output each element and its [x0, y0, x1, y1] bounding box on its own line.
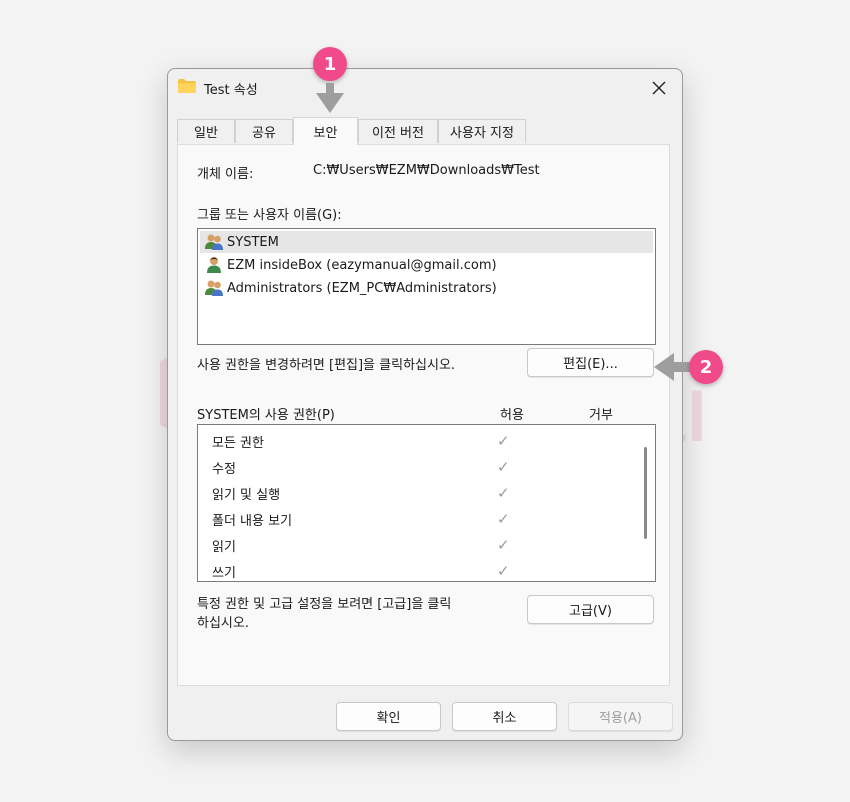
- edit-button[interactable]: 편집(E)...: [527, 348, 654, 377]
- group-users-icon: [205, 234, 223, 250]
- callout-badge-2: 2: [689, 350, 723, 384]
- permissions-label: SYSTEM의 사용 권한(P): [197, 408, 335, 423]
- advanced-hint-line1: 특정 권한 및 고급 설정을 보려면 [고급]을 클릭: [197, 597, 452, 612]
- permission-row: 쓰기 ✓: [212, 558, 632, 581]
- allow-check-icon: ✓: [497, 562, 510, 580]
- groups-label: 그룹 또는 사용자 이름(G):: [197, 208, 342, 223]
- tab-security[interactable]: 보안: [293, 117, 358, 145]
- allow-check-icon: ✓: [497, 536, 510, 554]
- close-button[interactable]: [642, 73, 676, 103]
- list-item-label: EZM insideBox (eazymanual@gmail.com): [227, 257, 497, 273]
- folder-icon: [178, 79, 196, 93]
- permission-name: 폴더 내용 보기: [212, 514, 293, 529]
- advanced-hint: 특정 권한 및 고급 설정을 보려면 [고급]을 클릭 하십시오.: [197, 595, 517, 633]
- tab-sharing[interactable]: 공유: [235, 119, 293, 143]
- single-user-icon: [207, 257, 221, 273]
- allow-check-icon: ✓: [497, 458, 510, 476]
- list-item-system[interactable]: SYSTEM: [200, 231, 653, 253]
- list-item-label: Administrators (EZM_PC₩Administrators): [227, 280, 497, 296]
- tab-strip: 일반 공유 보안 이전 버전 사용자 지정: [177, 117, 677, 145]
- advanced-hint-line2: 하십시오.: [197, 616, 249, 631]
- permission-name: 쓰기: [212, 566, 236, 581]
- ok-button[interactable]: 확인: [336, 702, 441, 731]
- deny-header: 거부: [589, 408, 613, 423]
- tab-general[interactable]: 일반: [177, 119, 235, 143]
- advanced-button[interactable]: 고급(V): [527, 595, 654, 624]
- permission-name: 읽기 및 실행: [212, 488, 281, 503]
- object-name-value: C:₩Users₩EZM₩Downloads₩Test: [313, 163, 540, 178]
- allow-check-icon: ✓: [497, 432, 510, 450]
- permission-row: 읽기 ✓: [212, 532, 632, 558]
- close-icon: [652, 81, 666, 95]
- allow-header: 허용: [500, 408, 524, 423]
- list-item-ezm-insidebox[interactable]: EZM insideBox (eazymanual@gmail.com): [200, 254, 653, 276]
- arrow-left-icon: [654, 353, 694, 381]
- tab-customize[interactable]: 사용자 지정: [438, 119, 526, 143]
- permission-row: 수정 ✓: [212, 454, 632, 480]
- permission-name: 모든 권한: [212, 436, 264, 451]
- allow-check-icon: ✓: [497, 510, 510, 528]
- window-title: Test 속성: [204, 83, 258, 98]
- permissions-scrollbar[interactable]: [644, 447, 647, 539]
- list-item-label: SYSTEM: [227, 234, 279, 250]
- group-users-icon: [205, 280, 223, 296]
- permission-row: 모든 권한 ✓: [212, 428, 632, 454]
- groups-listbox[interactable]: SYSTEM EZM insideBox (eazymanual@gmail.c…: [197, 228, 656, 345]
- edit-hint: 사용 권한을 변경하려면 [편집]을 클릭하십시오.: [197, 358, 456, 373]
- apply-button[interactable]: 적용(A): [568, 702, 673, 731]
- list-item-administrators[interactable]: Administrators (EZM_PC₩Administrators): [200, 277, 653, 299]
- properties-dialog: Test 속성 일반 공유 보안 이전 버전 사용자 지정 개체 이름: C:₩…: [167, 68, 683, 741]
- tab-previous-versions[interactable]: 이전 버전: [358, 119, 438, 143]
- cancel-button[interactable]: 취소: [452, 702, 557, 731]
- object-name-label: 개체 이름:: [197, 167, 254, 182]
- permission-name: 읽기: [212, 540, 236, 555]
- permission-row: 읽기 및 실행 ✓: [212, 480, 632, 506]
- callout-badge-1: 1: [313, 47, 347, 81]
- security-panel: 개체 이름: C:₩Users₩EZM₩Downloads₩Test 그룹 또는…: [177, 144, 670, 686]
- permission-name: 수정: [212, 462, 236, 477]
- allow-check-icon: ✓: [497, 484, 510, 502]
- permission-row: 폴더 내용 보기 ✓: [212, 506, 632, 532]
- arrow-down-icon: [316, 83, 344, 113]
- permissions-list[interactable]: 모든 권한 ✓ 수정 ✓ 읽기 및 실행 ✓ 폴더 내용 보기 ✓ 읽기 ✓ 쓰…: [197, 424, 656, 582]
- title-bar[interactable]: Test 속성: [168, 69, 682, 107]
